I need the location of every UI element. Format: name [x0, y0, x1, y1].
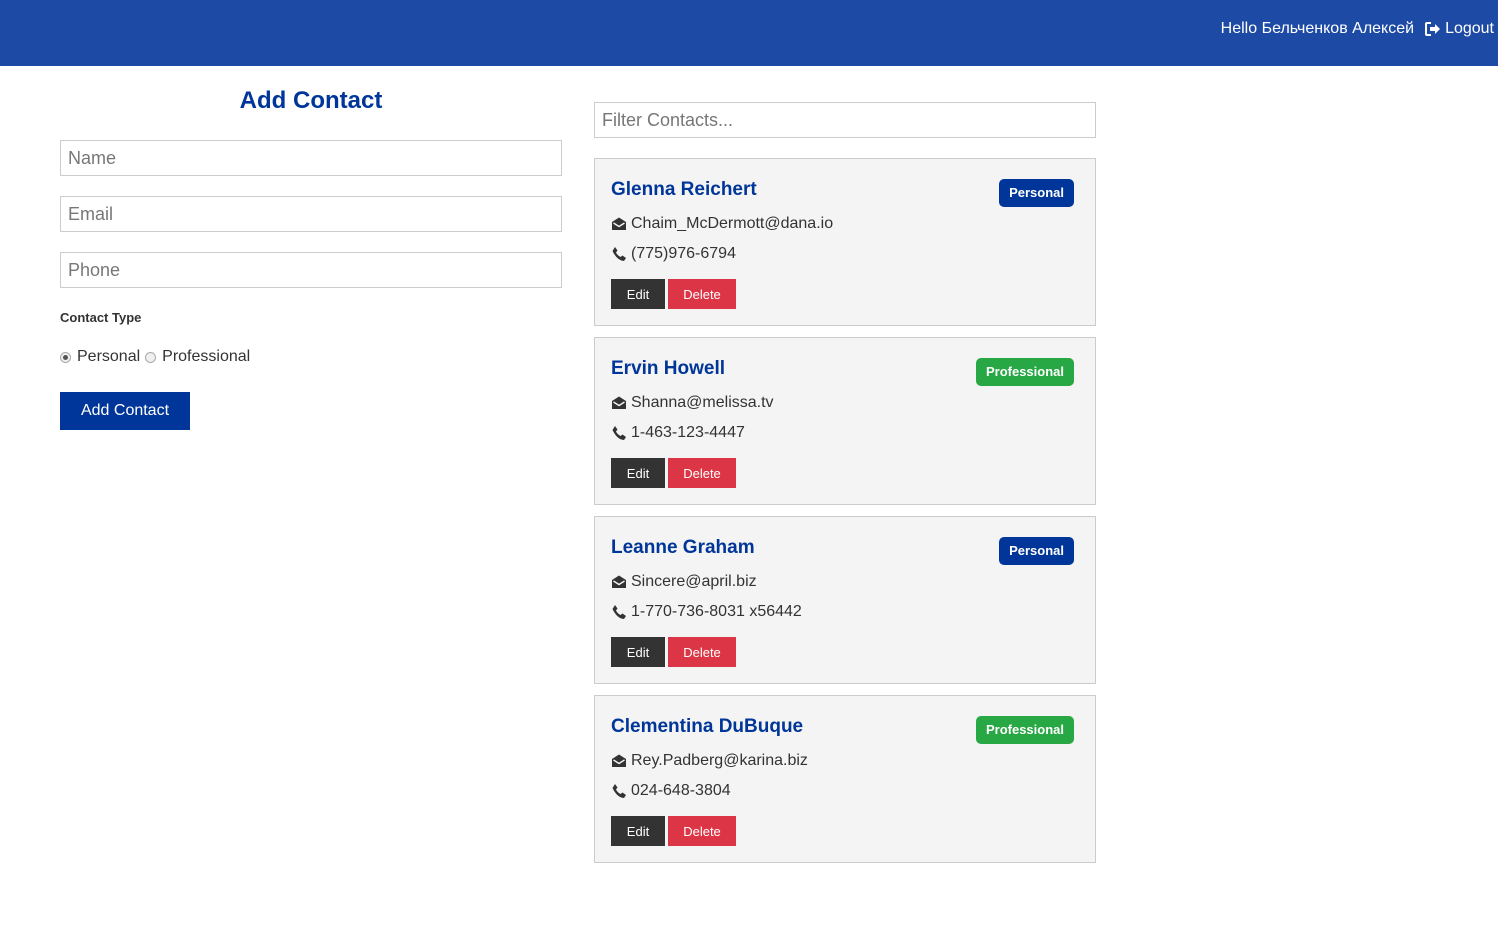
contact-card: Clementina DuBuque Professional Rey.Padb…: [594, 695, 1096, 863]
contact-actions: Edit Delete: [611, 637, 736, 667]
contact-email: Sincere@april.biz: [631, 573, 757, 590]
delete-button[interactable]: Delete: [668, 816, 736, 846]
filter-contacts-input[interactable]: [594, 102, 1096, 138]
envelope-open-icon: [612, 396, 626, 409]
contact-email-row: Shanna@melissa.tv: [611, 394, 774, 412]
radio-personal-label: Personal: [77, 348, 141, 365]
contacts-panel: Glenna Reichert Personal Chaim_McDermott…: [594, 102, 1096, 874]
edit-button[interactable]: Edit: [611, 458, 665, 488]
delete-button[interactable]: Delete: [668, 279, 736, 309]
phone-icon: [612, 784, 626, 798]
contact-name: Glenna Reichert: [611, 179, 757, 200]
contact-email: Rey.Padberg@karina.biz: [631, 752, 808, 769]
contact-card: Glenna Reichert Personal Chaim_McDermott…: [594, 158, 1096, 326]
sign-out-icon: [1425, 22, 1441, 36]
contact-name: Leanne Graham: [611, 537, 755, 558]
nav-user-area: Hello Бельченков Алексей Logout: [1221, 0, 1494, 58]
contact-email-row: Chaim_McDermott@dana.io: [611, 215, 833, 233]
envelope-open-icon: [612, 754, 626, 767]
contact-actions: Edit Delete: [611, 816, 736, 846]
contact-type-label: Contact Type: [60, 310, 142, 325]
phone-icon: [612, 426, 626, 440]
contact-card: Leanne Graham Personal Sincere@april.biz…: [594, 516, 1096, 684]
contact-name: Clementina DuBuque: [611, 716, 804, 737]
contact-phone-row: (775)976-6794: [611, 245, 736, 263]
email-input[interactable]: [60, 196, 562, 232]
contact-phone-row: 024-648-3804: [611, 782, 731, 800]
contact-name: Ervin Howell: [611, 358, 726, 379]
contact-type-radio-group: Personal Professional: [60, 348, 562, 366]
phone-icon: [612, 247, 626, 261]
user-greeting: Hello Бельченков Алексей: [1220, 20, 1415, 37]
edit-button[interactable]: Edit: [611, 637, 665, 667]
add-contact-form: Add Contact Contact Type Personal Profes…: [60, 66, 562, 430]
envelope-open-icon: [612, 575, 626, 588]
contact-phone: 1-770-736-8031 x56442: [631, 603, 802, 620]
radio-professional[interactable]: [145, 351, 157, 363]
contact-phone: (775)976-6794: [631, 245, 736, 262]
navbar: Hello Бельченков Алексей Logout: [0, 0, 1498, 66]
phone-icon: [612, 605, 626, 619]
contact-actions: Edit Delete: [611, 279, 736, 309]
phone-input[interactable]: [60, 252, 562, 288]
edit-button[interactable]: Edit: [611, 279, 665, 309]
contact-card: Ervin Howell Professional Shanna@melissa…: [594, 337, 1096, 505]
contact-phone: 024-648-3804: [631, 782, 731, 799]
contact-phone: 1-463-123-4447: [631, 424, 745, 441]
radio-professional-label: Professional: [162, 348, 251, 365]
contact-email: Chaim_McDermott@dana.io: [631, 215, 834, 232]
contact-type-badge: Professional: [975, 358, 1074, 386]
edit-button[interactable]: Edit: [611, 816, 665, 846]
logout-label: Logout: [1445, 20, 1494, 37]
delete-button[interactable]: Delete: [668, 458, 736, 488]
envelope-open-icon: [612, 217, 626, 230]
add-contact-button[interactable]: Add Contact: [60, 392, 190, 430]
contact-phone-row: 1-463-123-4447: [611, 424, 745, 442]
contact-actions: Edit Delete: [611, 458, 736, 488]
contact-email-row: Rey.Padberg@karina.biz: [611, 752, 808, 770]
radio-personal[interactable]: [60, 351, 71, 363]
delete-button[interactable]: Delete: [668, 637, 736, 667]
logout-link[interactable]: Logout: [1425, 20, 1494, 38]
form-title: Add Contact: [239, 87, 383, 114]
name-input[interactable]: [60, 140, 562, 176]
contact-phone-row: 1-770-736-8031 x56442: [611, 603, 802, 621]
contact-type-badge: Personal: [999, 537, 1074, 565]
contact-type-badge: Personal: [999, 179, 1074, 207]
contact-email: Shanna@melissa.tv: [631, 394, 774, 411]
contact-type-badge: Professional: [975, 716, 1074, 744]
contact-list: Glenna Reichert Personal Chaim_McDermott…: [594, 158, 1096, 863]
contact-email-row: Sincere@april.biz: [611, 573, 757, 591]
